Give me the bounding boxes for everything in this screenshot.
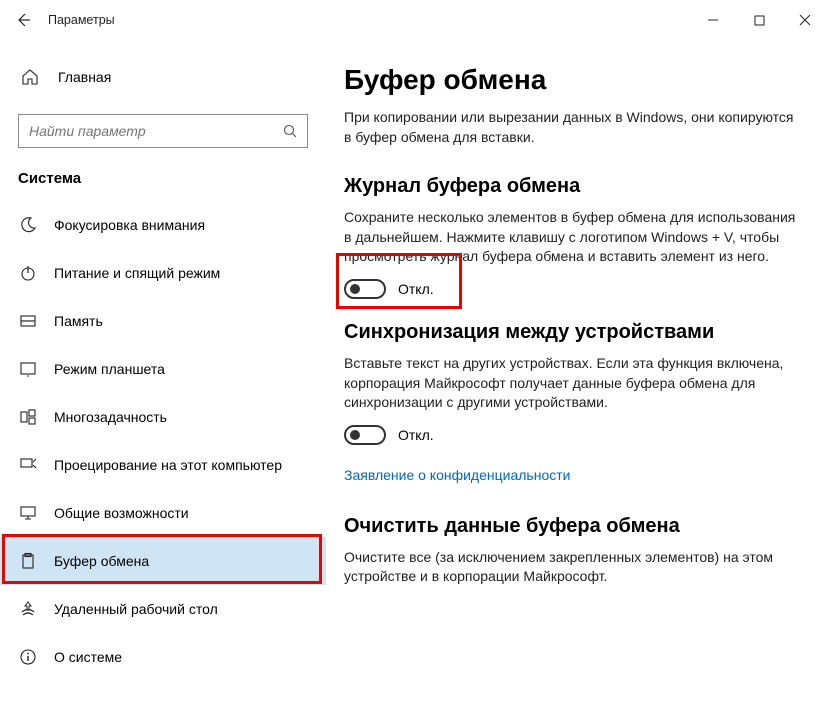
project-icon: [18, 455, 38, 475]
clipboard-icon: [18, 551, 38, 571]
sidebar-item-7[interactable]: Буфер обмена: [0, 537, 326, 585]
history-desc: Сохраните несколько элементов в буфер об…: [344, 208, 798, 267]
storage-icon: [18, 311, 38, 331]
search-box[interactable]: [18, 114, 308, 148]
sidebar-item-2[interactable]: Память: [0, 297, 326, 345]
sidebar-group-title: Система: [0, 156, 326, 195]
about-icon: [18, 647, 38, 667]
close-button[interactable]: [782, 0, 828, 40]
sidebar-item-label: Буфер обмена: [54, 553, 149, 569]
sync-toggle-row: Откл.: [344, 425, 798, 445]
back-button[interactable]: [0, 0, 46, 40]
home-label: Главная: [58, 69, 111, 85]
sidebar-list: Фокусировка внимания Питание и спящий реж…: [0, 201, 326, 681]
minimize-icon: [707, 14, 719, 26]
home-icon: [20, 67, 40, 87]
page-intro: При копировании или вырезании данных в W…: [344, 108, 798, 147]
sync-desc: Вставьте текст на других устройствах. Ес…: [344, 354, 798, 413]
arrow-left-icon: [15, 12, 31, 28]
moon-icon: [18, 215, 38, 235]
sidebar-item-8[interactable]: Удаленный рабочий стол: [0, 585, 326, 633]
sidebar-item-label: Общие возможности: [54, 505, 189, 521]
sidebar-item-4[interactable]: Многозадачность: [0, 393, 326, 441]
clear-desc: Очистите все (за исключением закрепленны…: [344, 548, 798, 587]
home-button[interactable]: Главная: [0, 56, 326, 98]
page-title: Буфер обмена: [344, 64, 798, 96]
sidebar-item-label: Удаленный рабочий стол: [54, 601, 218, 617]
minimize-button[interactable]: [690, 0, 736, 40]
sidebar-item-label: Фокусировка внимания: [54, 217, 205, 233]
clear-heading: Очистить данные буфера обмена: [344, 515, 798, 538]
sidebar-item-6[interactable]: Общие возможности: [0, 489, 326, 537]
titlebar: Параметры: [0, 0, 828, 40]
sidebar-item-1[interactable]: Питание и спящий режим: [0, 249, 326, 297]
sidebar-item-9[interactable]: О системе: [0, 633, 326, 681]
content-pane: Буфер обмена При копировании или вырезан…: [326, 40, 828, 707]
sidebar-item-label: О системе: [54, 649, 122, 665]
sync-heading: Синхронизация между устройствами: [344, 321, 798, 344]
sidebar: Главная Система Фокусировка внимания Пита…: [0, 40, 326, 707]
shared-icon: [18, 503, 38, 523]
search-input[interactable]: [19, 115, 273, 147]
privacy-link[interactable]: Заявление о конфиденциальности: [344, 467, 570, 483]
search-icon: [273, 114, 307, 148]
sidebar-item-label: Режим планшета: [54, 361, 165, 377]
history-heading: Журнал буфера обмена: [344, 175, 798, 198]
history-toggle-label: Откл.: [398, 281, 434, 297]
power-icon: [18, 263, 38, 283]
sidebar-item-label: Питание и спящий режим: [54, 265, 220, 281]
history-toggle[interactable]: [344, 279, 386, 299]
multitask-icon: [18, 407, 38, 427]
window-controls: [690, 0, 828, 40]
sidebar-item-label: Многозадачность: [54, 409, 167, 425]
remote-icon: [18, 599, 38, 619]
maximize-button[interactable]: [736, 0, 782, 40]
sync-toggle-label: Откл.: [398, 427, 434, 443]
close-icon: [799, 14, 811, 26]
window-title: Параметры: [46, 13, 690, 27]
history-toggle-row: Откл.: [344, 279, 798, 299]
sidebar-item-5[interactable]: Проецирование на этот компьютер: [0, 441, 326, 489]
sidebar-item-3[interactable]: Режим планшета: [0, 345, 326, 393]
maximize-icon: [754, 15, 765, 26]
sidebar-item-label: Проецирование на этот компьютер: [54, 457, 282, 473]
tablet-icon: [18, 359, 38, 379]
sidebar-item-0[interactable]: Фокусировка внимания: [0, 201, 326, 249]
sync-toggle[interactable]: [344, 425, 386, 445]
sidebar-item-label: Память: [54, 313, 103, 329]
